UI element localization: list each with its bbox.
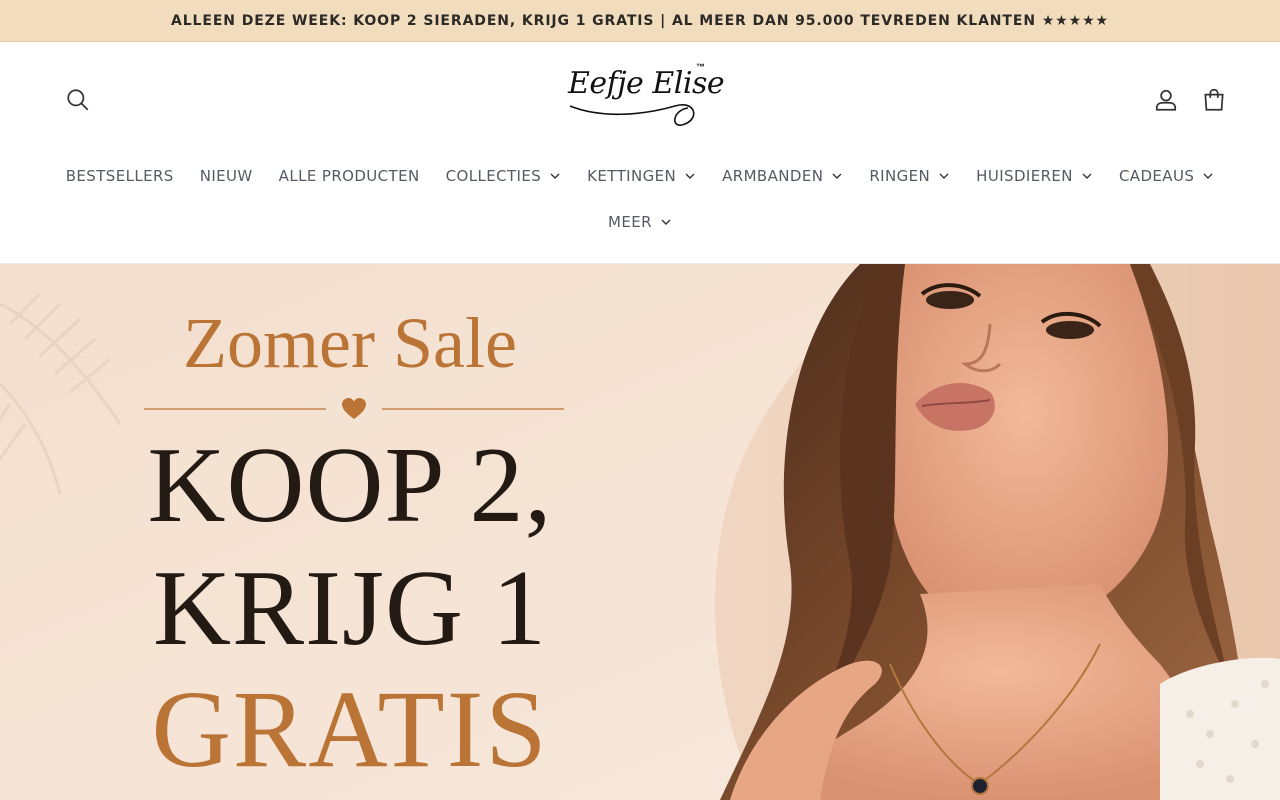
nav-item-label: ARMBANDEN: [722, 167, 824, 185]
logo-swash-icon: [569, 104, 695, 126]
chevron-down-icon: [549, 170, 561, 182]
nav-item-label: ALLE PRODUCTEN: [278, 167, 420, 185]
nav-item-label: BESTSELLERS: [65, 167, 174, 185]
hero-model-image: [720, 264, 1280, 800]
nav-item-collecties[interactable]: COLLECTIES: [446, 164, 562, 188]
hero-line-1: KOOP 2,: [147, 426, 553, 545]
main-nav-row-2: MEER: [0, 210, 1280, 234]
nav-item-kettingen[interactable]: KETTINGEN: [587, 164, 696, 188]
nav-item-huisdieren[interactable]: HUISDIEREN: [976, 164, 1093, 188]
chevron-down-icon: [1202, 170, 1214, 182]
nav-item-bestsellers[interactable]: BESTSELLERS: [66, 164, 174, 188]
chevron-down-icon: [831, 170, 843, 182]
announcement-bar: ALLEEN DEZE WEEK: KOOP 2 SIERADEN, KRIJG…: [0, 0, 1280, 42]
site-header: Eefje Elise ™ BESTSELLERS NIEUW ALLE PRO…: [0, 42, 1280, 264]
hero-line-3: GRATIS: [151, 668, 549, 790]
nav-item-label: COLLECTIES: [445, 167, 542, 185]
search-icon: [67, 89, 89, 111]
account-button[interactable]: [1150, 84, 1182, 116]
site-logo[interactable]: Eefje Elise ™: [560, 60, 725, 140]
nav-item-label: KETTINGEN: [587, 167, 677, 185]
hero-divider-heart-icon: [144, 398, 564, 419]
search-button[interactable]: [62, 84, 94, 116]
nav-item-label: MEER: [608, 213, 652, 231]
nav-item-label: HUISDIEREN: [976, 167, 1073, 185]
nav-item-cadeaus[interactable]: CADEAUS: [1119, 164, 1214, 188]
account-icon: [1155, 89, 1177, 111]
nav-item-ringen[interactable]: RINGEN: [869, 164, 950, 188]
hero-line-2: KRIJG 1: [152, 549, 548, 668]
nav-item-label: NIEUW: [199, 167, 253, 185]
hero-banner[interactable]: Zomer Sale KOOP 2, KRIJG 1 GRATIS: [0, 264, 1280, 800]
chevron-down-icon: [1081, 170, 1093, 182]
nav-item-nieuw[interactable]: NIEUW: [200, 164, 253, 188]
chevron-down-icon: [684, 170, 696, 182]
nav-item-alle-producten[interactable]: ALLE PRODUCTEN: [279, 164, 420, 188]
nav-item-armbanden[interactable]: ARMBANDEN: [722, 164, 843, 188]
logo-trademark: ™: [696, 62, 705, 72]
nav-item-meer[interactable]: MEER: [608, 210, 672, 234]
nav-item-label: RINGEN: [869, 167, 931, 185]
main-nav-row-1: BESTSELLERS NIEUW ALLE PRODUCTEN COLLECT…: [0, 164, 1280, 188]
announcement-text: ALLEEN DEZE WEEK: KOOP 2 SIERADEN, KRIJG…: [171, 12, 1109, 29]
nav-item-label: CADEAUS: [1118, 167, 1195, 185]
hero-headline: Zomer Sale: [183, 303, 517, 383]
cart-button[interactable]: [1198, 84, 1230, 116]
chevron-down-icon: [660, 216, 672, 228]
chevron-down-icon: [938, 170, 950, 182]
cart-icon: [1204, 88, 1224, 111]
